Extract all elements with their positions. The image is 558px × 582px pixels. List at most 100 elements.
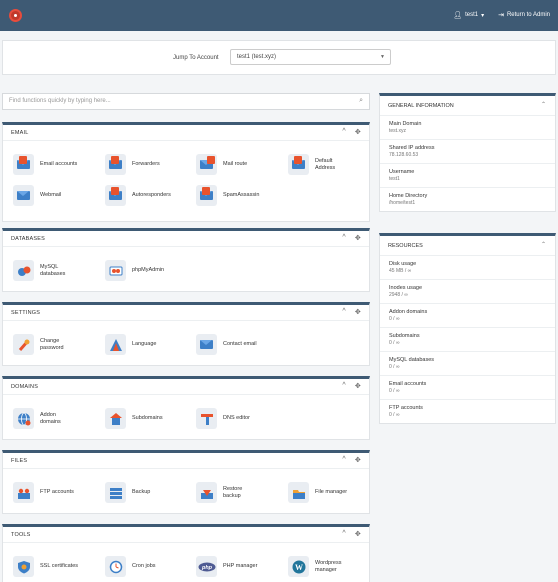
group-title: DOMAINS xyxy=(11,384,39,390)
collapse-icon[interactable]: ^ xyxy=(342,128,346,136)
collapse-icon[interactable]: ^ xyxy=(342,530,346,538)
item-label: FTP accounts xyxy=(40,489,74,495)
item-forwarders[interactable]: Forwarders xyxy=(105,154,170,175)
item-label: Wordpress manager xyxy=(315,559,342,573)
forwarders-icon xyxy=(105,154,126,175)
addon-domains-icon xyxy=(13,408,34,429)
group-title: FILES xyxy=(11,458,28,464)
item-ftp-accounts[interactable]: FTP accounts xyxy=(13,482,90,503)
item-label: SpamAssassin xyxy=(223,192,260,198)
item-addon-domains[interactable]: Addon domains xyxy=(13,408,78,429)
item-php-manager[interactable]: php PHP manager xyxy=(196,556,273,577)
item-restore-backup[interactable]: Restore backup xyxy=(196,482,261,503)
group-files: FILES ^ ✥ FTP accounts Backup Restore bac… xyxy=(2,450,370,514)
item-dns-editor[interactable]: DNS editor xyxy=(196,408,273,429)
item-label: Backup xyxy=(132,489,151,495)
item-label: Language xyxy=(132,341,157,347)
collapse-icon[interactable]: ⌃ xyxy=(541,101,546,108)
item-label: Webmail xyxy=(40,192,62,198)
item-label: Autoresponders xyxy=(132,192,171,198)
dns-editor-icon xyxy=(196,408,217,429)
item-webmail[interactable]: Webmail xyxy=(13,185,78,206)
group-header: TOOLS ^ ✥ xyxy=(3,527,369,543)
item-mysql-databases[interactable]: MySQL databases xyxy=(13,260,78,281)
collapse-icon[interactable]: ⌃ xyxy=(541,241,546,248)
function-search-input[interactable]: Find functions quickly by typing here...… xyxy=(2,93,370,110)
ftp-icon xyxy=(13,482,34,503)
item-language[interactable]: Language xyxy=(105,334,182,355)
item-phpmyadmin[interactable]: phpMyAdmin xyxy=(105,260,182,281)
item-wordpress-manager[interactable]: W Wordpress manager xyxy=(288,556,353,577)
move-handle-icon[interactable]: ✥ xyxy=(355,308,361,316)
item-contact-email[interactable]: Contact email xyxy=(196,334,273,355)
item-file-manager[interactable]: File manager xyxy=(288,482,365,503)
move-handle-icon[interactable]: ✥ xyxy=(355,530,361,538)
item-label: Email accounts xyxy=(40,161,78,167)
item-autoresponders[interactable]: Autoresponders xyxy=(105,185,182,206)
top-bar: 👤︎ test1 ▾ ⇥ Return to Admin xyxy=(0,0,558,31)
user-menu[interactable]: test1 xyxy=(465,12,478,18)
info-row: Home Directory/home/test1 xyxy=(389,193,428,206)
item-change-password[interactable]: Change password xyxy=(13,334,78,355)
item-label: File manager xyxy=(315,489,348,495)
group-settings: SETTINGS ^ ✥ Change password Language Con… xyxy=(2,302,370,366)
mail-route-icon xyxy=(196,154,217,175)
item-cron-jobs[interactable]: Cron jobs xyxy=(105,556,170,577)
panel-title: RESOURCES xyxy=(388,243,423,249)
mysql-icon xyxy=(13,260,34,281)
spamassassin-icon xyxy=(196,185,217,206)
group-title: DATABASES xyxy=(11,236,45,242)
search-icon[interactable]: ⌕ xyxy=(359,97,363,105)
group-header: FILES ^ ✥ xyxy=(3,453,369,469)
php-icon: php xyxy=(196,556,217,577)
move-handle-icon[interactable]: ✥ xyxy=(355,234,361,242)
item-default-address[interactable]: Default Address xyxy=(288,154,353,175)
item-backup[interactable]: Backup xyxy=(105,482,170,503)
group-domains: DOMAINS ^ ✥ Addon domains Subdomains DNS … xyxy=(2,376,370,440)
item-label: Addon domains xyxy=(40,411,61,425)
panel-header: GENERAL INFORMATION ⌃ xyxy=(380,96,555,116)
chevron-down-icon[interactable]: ▾ xyxy=(481,12,484,19)
group-title: EMAIL xyxy=(11,130,29,136)
logo[interactable] xyxy=(9,9,22,22)
item-label: Mail route xyxy=(223,161,248,167)
item-label: Default Address xyxy=(315,157,336,171)
move-handle-icon[interactable]: ✥ xyxy=(355,456,361,464)
item-label: Cron jobs xyxy=(132,563,156,569)
group-header: EMAIL ^ ✥ xyxy=(3,125,369,141)
move-handle-icon[interactable]: ✥ xyxy=(355,382,361,390)
item-label: Contact email xyxy=(223,341,257,347)
group-title: TOOLS xyxy=(11,532,31,538)
resource-row: Email accounts 0 / ∞ xyxy=(380,376,555,400)
group-header: SETTINGS ^ ✥ xyxy=(3,305,369,321)
backup-icon xyxy=(105,482,126,503)
resource-row: FTP accounts 0 / ∞ xyxy=(389,405,423,418)
item-ssl-certificates[interactable]: SSL certificates xyxy=(13,556,78,577)
account-select[interactable]: test1 (test.xyz) ▼ xyxy=(230,49,391,65)
info-row: Main Domain test.xyz xyxy=(380,116,555,140)
item-subdomains[interactable]: Subdomains xyxy=(105,408,182,429)
item-label: phpMyAdmin xyxy=(132,267,165,273)
restore-icon xyxy=(196,482,217,503)
item-spamassassin[interactable]: SpamAssassin xyxy=(196,185,273,206)
resources-panel: RESOURCES ⌃ Disk usage 45 MB / ∞ Inodes u… xyxy=(379,233,556,424)
collapse-icon[interactable]: ^ xyxy=(342,234,346,242)
ssl-icon xyxy=(13,556,34,577)
item-label: Restore backup xyxy=(223,485,243,499)
return-to-admin-link[interactable]: Return to Admin xyxy=(507,12,550,18)
jump-to-account-panel: Jump To Account test1 (test.xyz) ▼ xyxy=(2,40,556,75)
collapse-icon[interactable]: ^ xyxy=(342,382,346,390)
resource-row: Disk usage 45 MB / ∞ xyxy=(380,256,555,280)
password-icon xyxy=(13,334,34,355)
item-mail-route[interactable]: Mail route xyxy=(196,154,261,175)
move-handle-icon[interactable]: ✥ xyxy=(355,128,361,136)
resource-row: Inodes usage 2948 / ∞ xyxy=(380,280,555,304)
svg-text:php: php xyxy=(200,565,212,571)
collapse-icon[interactable]: ^ xyxy=(342,456,346,464)
group-title: SETTINGS xyxy=(11,310,41,316)
collapse-icon[interactable]: ^ xyxy=(342,308,346,316)
top-right-nav: 👤︎ test1 ▾ ⇥ Return to Admin xyxy=(453,11,550,19)
group-tools: TOOLS ^ ✥ SSL certificates Cron jobs php … xyxy=(2,524,370,582)
item-label: Forwarders xyxy=(132,161,160,167)
item-email-accounts[interactable]: Email accounts xyxy=(13,154,78,175)
